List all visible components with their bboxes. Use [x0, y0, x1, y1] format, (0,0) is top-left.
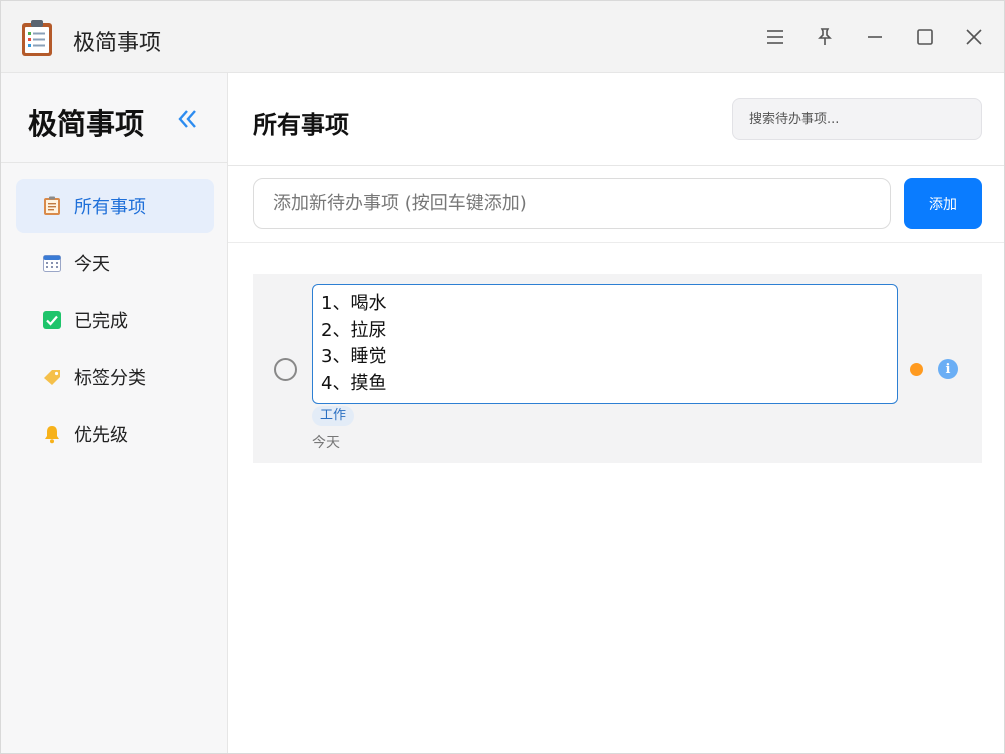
minimize-icon	[868, 36, 882, 38]
main-content: 所有事项 添加 工作 今天 i	[228, 73, 1004, 753]
sidebar-item-label: 今天	[74, 254, 110, 275]
clipboard-app-icon	[22, 20, 52, 56]
sidebar-item-tags[interactable]: 标签分类	[16, 350, 214, 404]
bell-icon	[42, 424, 62, 444]
sidebar-item-priority[interactable]: 优先级	[16, 407, 214, 461]
sidebar-item-label: 标签分类	[74, 368, 146, 389]
checkbox-icon	[42, 310, 62, 330]
pin-icon	[818, 28, 832, 45]
sidebar-item-all[interactable]: 所有事项	[16, 179, 214, 233]
priority-dot	[910, 363, 923, 376]
add-todo-input[interactable]	[253, 178, 891, 229]
sidebar-nav: 所有事项 今天 已完成 标签分类 优先级	[16, 179, 214, 464]
page-title: 所有事项	[253, 111, 349, 139]
info-icon[interactable]: i	[938, 359, 958, 379]
collapse-sidebar-button[interactable]	[173, 105, 201, 133]
close-button[interactable]	[960, 23, 988, 51]
sidebar-item-completed[interactable]: 已完成	[16, 293, 214, 347]
sidebar-item-label: 所有事项	[74, 197, 146, 218]
title-bar[interactable]: 极简事项	[1, 1, 1004, 73]
hamburger-menu-icon	[767, 30, 783, 44]
todo-item[interactable]: 工作 今天 i	[253, 274, 982, 463]
double-chevron-left-icon	[178, 110, 196, 128]
close-icon	[966, 29, 982, 45]
app-window: 极简事项 极简事项 所有事项 今天 已完成 标签分类 优先级 所有事项 搜索待办…	[0, 0, 1005, 754]
maximize-button[interactable]	[911, 23, 939, 51]
main-header: 所有事项	[228, 73, 1004, 166]
tag-icon	[42, 367, 62, 387]
add-button[interactable]: 添加	[904, 178, 982, 229]
todo-complete-checkbox[interactable]	[274, 358, 297, 381]
minimize-button[interactable]	[861, 23, 889, 51]
sidebar: 极简事项 所有事项 今天 已完成 标签分类 优先级	[1, 73, 228, 753]
sidebar-title: 极简事项	[28, 107, 145, 141]
todo-date: 今天	[312, 435, 340, 451]
sidebar-item-today[interactable]: 今天	[16, 236, 214, 290]
todo-tag-badge: 工作	[312, 406, 355, 426]
sidebar-header: 极简事项	[1, 73, 227, 163]
pin-button[interactable]	[811, 23, 839, 51]
sidebar-item-label: 优先级	[74, 425, 128, 446]
sidebar-item-label: 已完成	[74, 311, 128, 332]
calendar-icon	[42, 253, 62, 273]
todo-text-editor[interactable]	[312, 284, 898, 404]
menu-button[interactable]	[761, 23, 789, 51]
window-title: 极简事项	[73, 31, 162, 56]
add-todo-bar: 添加	[228, 166, 1004, 243]
maximize-icon	[917, 29, 933, 45]
search-input[interactable]	[732, 98, 982, 140]
clipboard-icon	[42, 196, 62, 216]
